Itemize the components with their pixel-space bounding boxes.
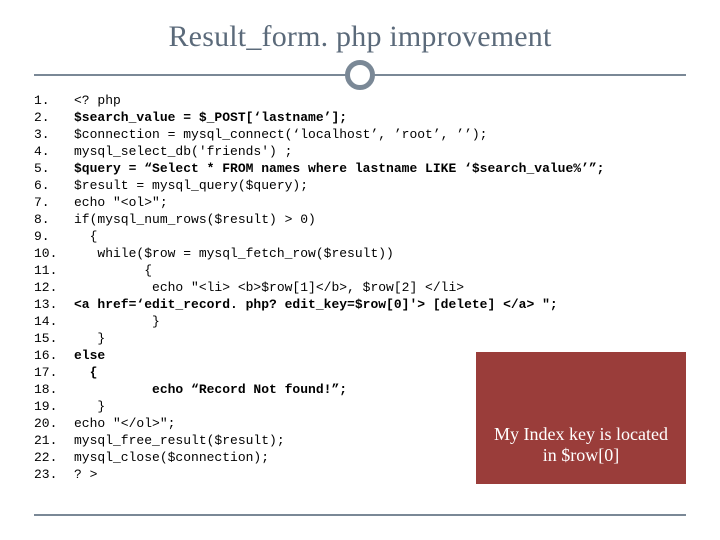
line-number: 11. (34, 262, 74, 279)
line-number: 21. (34, 432, 74, 449)
line-number: 14. (34, 313, 74, 330)
code-text: { (74, 228, 686, 245)
line-number: 9. (34, 228, 74, 245)
callout-text: My Index key is located in $row[0] (490, 424, 672, 466)
code-line: 13.<a href=‘edit_record. php? edit_key=$… (34, 296, 686, 313)
code-text: $connection = mysql_connect(‘localhost’,… (74, 126, 686, 143)
footer-divider (34, 514, 686, 516)
code-text: $result = mysql_query($query); (74, 177, 686, 194)
line-number: 22. (34, 449, 74, 466)
line-number: 7. (34, 194, 74, 211)
line-number: 5. (34, 160, 74, 177)
code-text: echo "<ol>"; (74, 194, 686, 211)
code-line: 1.<? php (34, 92, 686, 109)
code-line: 15. } (34, 330, 686, 347)
line-number: 19. (34, 398, 74, 415)
code-line: 2.$search_value = $_POST[‘lastname’]; (34, 109, 686, 126)
code-text: } (74, 313, 686, 330)
code-line: 11. { (34, 262, 686, 279)
code-text: if(mysql_num_rows($result) > 0) (74, 211, 686, 228)
callout-box: My Index key is located in $row[0] (476, 352, 686, 484)
line-number: 2. (34, 109, 74, 126)
line-number: 15. (34, 330, 74, 347)
line-number: 10. (34, 245, 74, 262)
slide: Result_form. php improvement 1.<? php2.$… (0, 0, 720, 540)
code-text: } (74, 330, 686, 347)
divider-circle-icon (345, 60, 375, 90)
code-line: 3.$connection = mysql_connect(‘localhost… (34, 126, 686, 143)
line-number: 16. (34, 347, 74, 364)
line-number: 8. (34, 211, 74, 228)
code-text: <a href=‘edit_record. php? edit_key=$row… (74, 296, 686, 313)
line-number: 3. (34, 126, 74, 143)
code-text: $query = “Select * FROM names where last… (74, 160, 686, 177)
line-number: 23. (34, 466, 74, 483)
code-line: 14. } (34, 313, 686, 330)
code-line: 6.$result = mysql_query($query); (34, 177, 686, 194)
code-line: 8.if(mysql_num_rows($result) > 0) (34, 211, 686, 228)
code-text: echo "<li> <b>$row[1]</b>, $row[2] </li> (74, 279, 686, 296)
line-number: 4. (34, 143, 74, 160)
code-line: 4.mysql_select_db('friends') ; (34, 143, 686, 160)
line-number: 12. (34, 279, 74, 296)
line-number: 6. (34, 177, 74, 194)
line-number: 20. (34, 415, 74, 432)
code-text: { (74, 262, 686, 279)
code-line: 7.echo "<ol>"; (34, 194, 686, 211)
code-line: 5.$query = “Select * FROM names where la… (34, 160, 686, 177)
code-line: 12. echo "<li> <b>$row[1]</b>, $row[2] <… (34, 279, 686, 296)
code-line: 9. { (34, 228, 686, 245)
line-number: 18. (34, 381, 74, 398)
code-text: <? php (74, 92, 686, 109)
code-text: mysql_select_db('friends') ; (74, 143, 686, 160)
code-line: 10. while($row = mysql_fetch_row($result… (34, 245, 686, 262)
line-number: 13. (34, 296, 74, 313)
title-divider (34, 58, 686, 92)
line-number: 1. (34, 92, 74, 109)
page-title: Result_form. php improvement (34, 20, 686, 54)
code-text: while($row = mysql_fetch_row($result)) (74, 245, 686, 262)
line-number: 17. (34, 364, 74, 381)
code-text: $search_value = $_POST[‘lastname’]; (74, 109, 686, 126)
